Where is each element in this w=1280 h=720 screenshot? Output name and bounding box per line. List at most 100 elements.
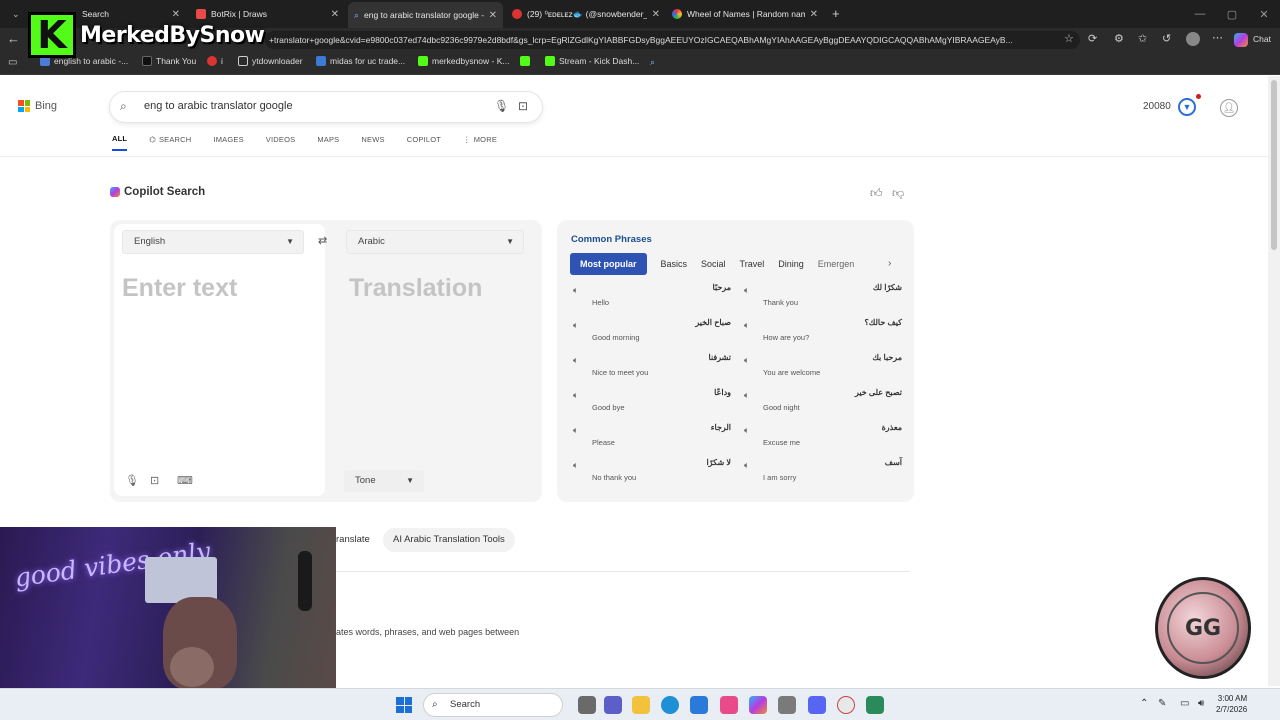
close-icon[interactable]: ✕	[489, 10, 497, 21]
rewards-points[interactable]: 20080	[1143, 101, 1171, 112]
related-chip[interactable]: AI Arabic Translation Tools	[383, 528, 515, 552]
phrase-item[interactable]: 🔈︎ لا شكرًا No thank you	[573, 458, 733, 492]
microphone-icon[interactable]: 🎙︎	[125, 474, 139, 487]
extensions-puzzle-icon[interactable]: ⚙	[1114, 32, 1124, 45]
thumbs-up-icon[interactable]: 👍︎	[870, 186, 883, 201]
bookmark-item[interactable]: Stream - Kick Dash...	[545, 56, 639, 66]
tab-twitter[interactable]: (29) ⁰ᴇᴅᴇʟᴇᴢ🐟 (@snowbender_ ✕	[506, 1, 666, 27]
app-icon[interactable]	[778, 696, 796, 714]
tab-travel[interactable]: Travel	[740, 259, 765, 269]
tab-maps[interactable]: MAPS	[317, 134, 339, 151]
phrase-item[interactable]: 🔈︎ الرجاء Please	[573, 423, 733, 457]
speaker-icon[interactable]: 🔈︎	[573, 355, 578, 366]
close-window-button[interactable]: ✕	[1248, 0, 1280, 28]
app-icon[interactable]	[720, 696, 738, 714]
user-account-icon[interactable]: 👤︎	[1220, 99, 1238, 117]
phrase-item[interactable]: 🔈︎ وداعًا Good bye	[573, 388, 733, 422]
source-text-panel[interactable]	[114, 224, 325, 496]
bookmark-item[interactable]: merkedbysnow - K...	[418, 56, 509, 66]
history-icon[interactable]: ↺	[1162, 32, 1171, 45]
new-tab-button[interactable]: +	[832, 6, 840, 21]
tab-more[interactable]: ⋮ MORE	[463, 134, 497, 151]
taskbar-search[interactable]: ⌕ Search	[423, 693, 563, 717]
back-arrow-icon[interactable]: ←	[7, 31, 20, 46]
tab-emergency[interactable]: Emergen	[818, 259, 855, 269]
page-scrollbar[interactable]	[1268, 76, 1280, 686]
search-input[interactable]: ⌕ eng to arabic translator google 🎙︎ ⊡	[110, 92, 542, 122]
favorites-icon[interactable]: ✩	[1138, 32, 1147, 45]
phrase-item[interactable]: 🔈︎ معذرة Excuse me	[744, 423, 904, 457]
chevron-right-icon[interactable]: ›	[888, 258, 891, 269]
source-language-select[interactable]: English ▼	[122, 230, 304, 254]
network-icon[interactable]: ▭	[1180, 698, 1189, 709]
visual-search-icon[interactable]: ⊡	[518, 99, 528, 113]
tab-most-popular[interactable]: Most popular	[570, 253, 647, 275]
phrase-item[interactable]: 🔈︎ تصبح على خير Good night	[744, 388, 904, 422]
bookmark-item[interactable]	[520, 56, 530, 66]
profile-avatar[interactable]	[1186, 32, 1200, 46]
phrase-item[interactable]: 🔈︎ صباح الخير Good morning	[573, 318, 733, 352]
phrase-item[interactable]: 🔈︎ شكرًا لك Thank you	[744, 283, 904, 317]
camera-translate-icon[interactable]: ⊡	[150, 474, 159, 487]
task-view-icon[interactable]	[578, 696, 596, 714]
tab-bing-search[interactable]: ⌕ eng to arabic translator google - S ✕	[348, 2, 503, 28]
speaker-icon[interactable]: 🔈︎	[573, 320, 578, 331]
extension-icon[interactable]: ⟳	[1088, 32, 1097, 45]
keyboard-icon[interactable]: ⌨	[177, 474, 193, 487]
bookmark-item[interactable]: midas for uc trade...	[316, 56, 405, 66]
speaker-icon[interactable]: 🔈︎	[573, 285, 578, 296]
chat-button[interactable]: Chat	[1253, 34, 1271, 44]
tab-all[interactable]: ALL	[112, 134, 128, 151]
thumbs-down-icon[interactable]: 👎︎	[892, 186, 904, 201]
tab-dining[interactable]: Dining	[778, 259, 804, 269]
speaker-icon[interactable]: 🔈︎	[744, 390, 749, 401]
speaker-icon[interactable]: 🔈︎	[744, 285, 749, 296]
edge-icon[interactable]	[661, 696, 679, 714]
tab-wheel-of-names[interactable]: Wheel of Names | Random name p ✕	[666, 1, 824, 27]
rewards-icon[interactable]: ▼	[1178, 98, 1196, 116]
speaker-icon[interactable]: 🔈︎	[744, 355, 749, 366]
tab-news[interactable]: NEWS	[361, 134, 384, 151]
pen-icon[interactable]: ✎	[1158, 698, 1166, 709]
file-explorer-icon[interactable]	[632, 696, 650, 714]
phrase-item[interactable]: 🔈︎ مرحبًا Hello	[573, 283, 733, 317]
volume-icon[interactable]: 🔊︎	[1198, 698, 1204, 709]
speaker-icon[interactable]: 🔈︎	[744, 425, 749, 436]
tone-select[interactable]: Tone ▼	[344, 470, 424, 492]
maximize-button[interactable]: ▢	[1216, 0, 1248, 28]
scrollbar-thumb[interactable]	[1271, 80, 1277, 250]
tab-videos[interactable]: VIDEOS	[266, 134, 296, 151]
phrase-item[interactable]: 🔈︎ تشرفنا Nice to meet you	[573, 353, 733, 387]
speaker-icon[interactable]: 🔈︎	[573, 390, 578, 401]
search-icon[interactable]: ⌕	[650, 57, 655, 68]
tray-chevron-icon[interactable]: ⌃	[1140, 698, 1148, 709]
windows-start-icon[interactable]	[396, 697, 412, 713]
tab-basics[interactable]: Basics	[661, 259, 688, 269]
source-text-input[interactable]: Enter text	[122, 274, 237, 303]
speaker-icon[interactable]: 🔈︎	[744, 320, 749, 331]
minimize-button[interactable]: —	[1184, 0, 1216, 28]
bing-logo[interactable]: Bing	[18, 100, 57, 112]
speaker-icon[interactable]: 🔈︎	[573, 425, 578, 436]
tab-actions-button[interactable]: ⌄	[6, 1, 28, 27]
tab-search[interactable]: ⌬ SEARCH	[149, 134, 191, 151]
target-language-select[interactable]: Arabic ▼	[346, 230, 524, 254]
close-icon[interactable]: ✕	[331, 9, 339, 20]
address-bar[interactable]: +translator+google&cvid=e9800c037ed74dbc…	[265, 31, 1080, 49]
teams-icon[interactable]	[604, 696, 622, 714]
system-clock[interactable]: 3:00 AM 2/7/2026	[1216, 693, 1247, 715]
close-icon[interactable]: ✕	[652, 9, 660, 20]
favorite-star-icon[interactable]: ☆	[1064, 32, 1074, 45]
collections-icon[interactable]: ▭	[8, 57, 17, 68]
tab-social[interactable]: Social	[701, 259, 726, 269]
phrase-item[interactable]: 🔈︎ كيف حالك؟ How are you?	[744, 318, 904, 352]
phrase-item[interactable]: 🔈︎ مرحبا بك You are welcome	[744, 353, 904, 387]
close-icon[interactable]: ✕	[810, 9, 818, 20]
speaker-icon[interactable]: 🔈︎	[573, 460, 578, 471]
store-icon[interactable]	[690, 696, 708, 714]
copilot-icon[interactable]	[749, 696, 767, 714]
phrase-item[interactable]: 🔈︎ آسف I am sorry	[744, 458, 904, 492]
tab-images[interactable]: IMAGES	[213, 134, 243, 151]
discord-icon[interactable]	[808, 696, 826, 714]
microphone-icon[interactable]: 🎙︎	[494, 99, 509, 113]
